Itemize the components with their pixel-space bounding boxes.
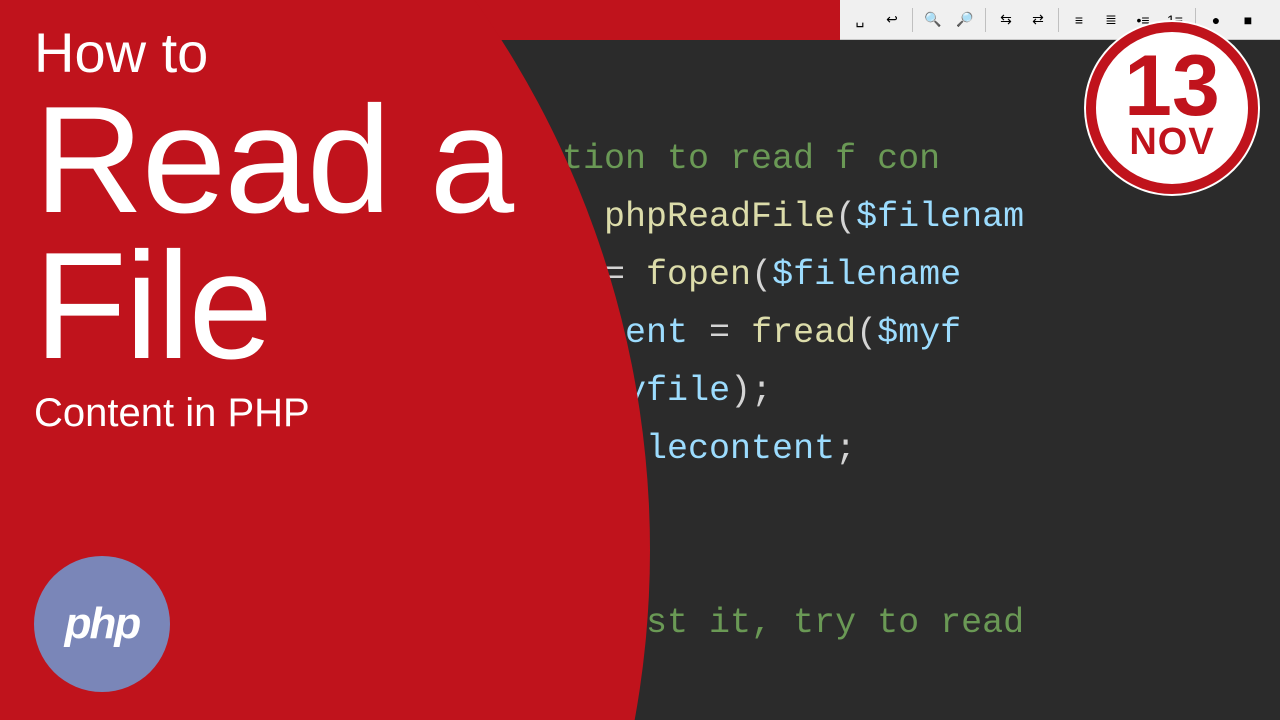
code-token: con [856,139,940,179]
code-token: fread [751,313,856,353]
code-token: ; [835,429,856,469]
code-token: ); [730,371,772,411]
title-main-2: File [34,237,512,377]
toolbar-separator [1058,8,1059,32]
code-token: ( [751,255,772,295]
code-token: = [688,313,751,353]
code-token: $filename [772,255,961,295]
toolbar-separator [985,8,986,32]
code-token: ( [835,197,856,237]
compare-icon[interactable]: ⇄ [1024,6,1052,34]
thumbnail-stage: ␣↩🔍🔎⇆⇄≡≣•≡1≡●■ 7891011 A function to rea… [0,0,1280,720]
php-logo-badge: php [34,556,170,692]
code-token: fopen [646,255,751,295]
word-wrap-icon[interactable]: ↩ [878,6,906,34]
date-badge: 13 NOV [1086,22,1258,194]
title-block: How to Read a File Content in PHP [34,20,512,436]
sync-scroll-icon[interactable]: ⇆ [992,6,1020,34]
zoom-in-icon[interactable]: 🔍 [919,6,947,34]
code-token: $myf [877,313,961,353]
date-day: 13 [1124,52,1220,121]
indent-icon[interactable]: ≡ [1065,6,1093,34]
zoom-out-icon[interactable]: 🔎 [951,6,979,34]
php-logo-text: php [65,599,140,649]
toolbar-separator [912,8,913,32]
code-token: $filenam [856,197,1024,237]
title-main-1: Read a [34,91,512,231]
code-token: phpReadFile [604,197,835,237]
outdent-icon[interactable]: ≣ [1097,6,1125,34]
date-month: NOV [1129,121,1214,164]
show-spaces-icon[interactable]: ␣ [846,6,874,34]
title-suffix: Content in PHP [34,391,512,436]
code-token: ( [856,313,877,353]
stop-record-icon[interactable]: ■ [1234,6,1262,34]
